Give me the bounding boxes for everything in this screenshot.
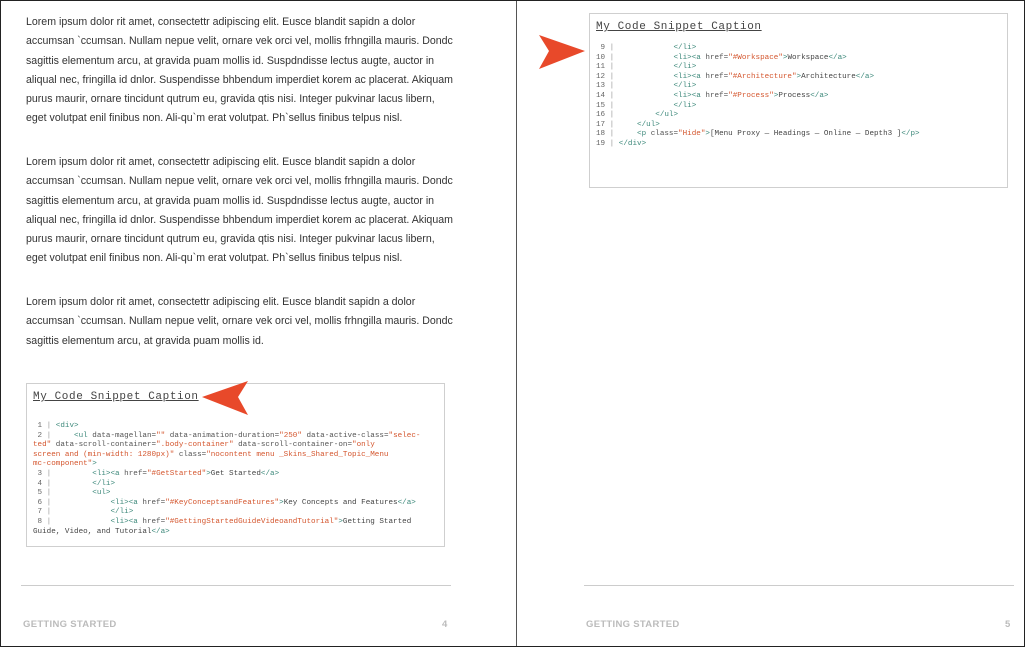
code-line: 2 | <ul data-magellan="" data-animation-… (33, 431, 421, 469)
footer-rule (21, 585, 451, 586)
code-line: 14 | <li><a href="#Process">Process</a> (596, 91, 829, 100)
line-number: 7 (33, 508, 43, 517)
body-paragraph: Lorem ipsum dolor rit amet, consectettr … (26, 296, 453, 347)
snippet-caption: My Code Snippet Caption (596, 21, 762, 33)
code-line: 4 | </li> (33, 479, 116, 488)
line-number: 6 (33, 498, 43, 507)
body-paragraph: Lorem ipsum dolor rit amet, consectettr … (26, 16, 453, 125)
code-line: 12 | <li><a href="#Architecture">Archite… (596, 72, 875, 81)
page-left: Lorem ipsum dolor rit amet, consectettr … (1, 1, 516, 646)
line-number: 18 (596, 130, 606, 139)
page-number: 5 (1005, 619, 1011, 630)
line-number: 16 (596, 111, 606, 120)
code-line: 6 | <li><a href="#KeyConceptsandFeatures… (33, 498, 416, 507)
code-line: 7 | </li> (33, 508, 134, 517)
code-line: 1 | <div> (33, 422, 79, 430)
line-number: 12 (596, 72, 606, 81)
line-number: 10 (596, 53, 606, 62)
line-number: 9 (596, 44, 606, 52)
code-block: 9 | </li> 10 | <li><a href="#Workspace">… (596, 44, 1004, 150)
arrow-pointer-icon (539, 35, 585, 69)
line-number: 11 (596, 63, 606, 72)
line-number: 2 (33, 431, 43, 440)
page-number: 4 (442, 619, 448, 630)
line-number: 19 (596, 139, 606, 148)
arrow-pointer-icon (202, 381, 248, 415)
line-number: 14 (596, 91, 606, 100)
body-paragraph: Lorem ipsum dolor rit amet, consectettr … (26, 156, 453, 265)
code-line: 18 | <p class="Hide">[Menu Proxy — Headi… (596, 130, 920, 139)
footer-section-title: GETTING STARTED (586, 619, 680, 630)
code-line: 3 | <li><a href="#GetStarted">Get Starte… (33, 469, 280, 478)
footer-section-title: GETTING STARTED (23, 619, 117, 630)
code-line: 11 | </li> (596, 63, 697, 72)
line-number: 1 (33, 422, 43, 430)
book-spread: Lorem ipsum dolor rit amet, consectettr … (0, 0, 1025, 647)
line-number: 8 (33, 517, 43, 526)
code-line: 8 | <li><a href="#GettingStartedGuideVid… (33, 517, 412, 536)
line-number: 3 (33, 469, 43, 478)
page-right: My Code Snippet Caption 9 | </li> 10 | <… (517, 1, 1025, 646)
code-line: 13 | </li> (596, 82, 697, 91)
code-line: 19 | </div> (596, 139, 647, 148)
code-line: 5 | <ul> (33, 489, 111, 498)
line-number: 13 (596, 82, 606, 91)
snippet-caption: My Code Snippet Caption (33, 391, 199, 403)
code-line: 10 | <li><a href="#Workspace">Workspace<… (596, 53, 847, 62)
code-line: 9 | </li> (596, 44, 697, 52)
code-line: 15 | </li> (596, 101, 697, 110)
line-number: 4 (33, 479, 43, 488)
footer-rule (584, 585, 1014, 586)
line-number: 15 (596, 101, 606, 110)
code-snippet: My Code Snippet Caption 9 | </li> 10 | <… (589, 13, 1008, 188)
line-number: 5 (33, 489, 43, 498)
code-line: 17 | </ul> (596, 120, 660, 129)
code-block: 1 | <div> 2 | <ul data-magellan="" data-… (33, 422, 441, 537)
code-line: 16 | </ul> (596, 111, 679, 120)
line-number: 17 (596, 120, 606, 129)
